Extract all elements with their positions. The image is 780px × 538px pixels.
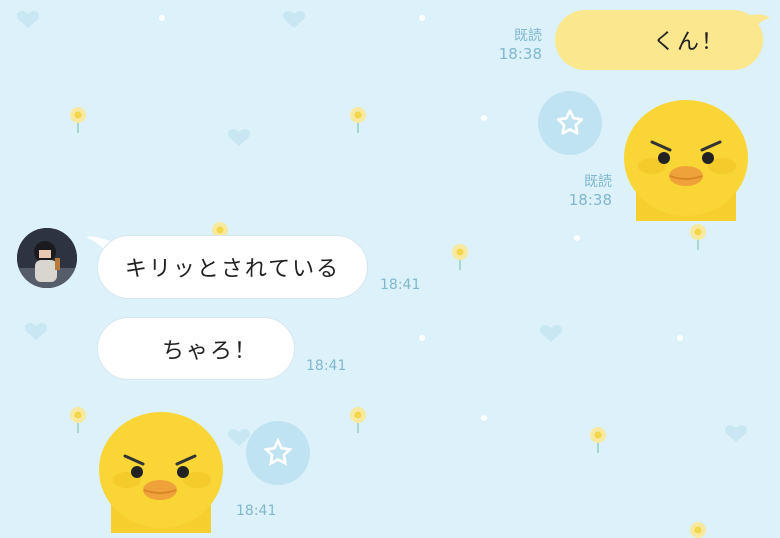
angry-yellow-chick-sticker[interactable] xyxy=(97,408,227,533)
sticker-favorite-button[interactable] xyxy=(246,421,310,485)
sender-avatar[interactable] xyxy=(17,228,77,288)
incoming-message-bubble[interactable]: ちゃろ！ xyxy=(97,317,295,380)
message-meta: 既読 18:38 xyxy=(569,173,612,209)
message-time: 18:41 xyxy=(380,277,421,293)
angry-yellow-chick-sticker[interactable] xyxy=(622,96,752,221)
message-time: 18:38 xyxy=(568,191,612,209)
read-receipt: 既読 xyxy=(514,28,542,44)
outgoing-message-bubble[interactable]: くん！ xyxy=(555,10,763,70)
message-text: くん！ xyxy=(652,30,725,55)
incoming-message-bubble[interactable]: キリッとされている xyxy=(97,235,368,299)
star-icon xyxy=(556,109,584,135)
star-icon xyxy=(263,437,293,466)
read-receipt: 既読 xyxy=(584,174,612,190)
sticker-favorite-button[interactable] xyxy=(538,91,602,155)
message-text: キリッとされている xyxy=(124,257,341,282)
message-time: 18:41 xyxy=(306,358,347,374)
avatar-image xyxy=(17,228,77,288)
message-text: ちゃろ！ xyxy=(161,338,258,364)
message-time: 18:41 xyxy=(236,503,277,519)
message-time: 18:38 xyxy=(498,45,542,63)
message-meta: 既読 18:38 xyxy=(499,27,542,63)
